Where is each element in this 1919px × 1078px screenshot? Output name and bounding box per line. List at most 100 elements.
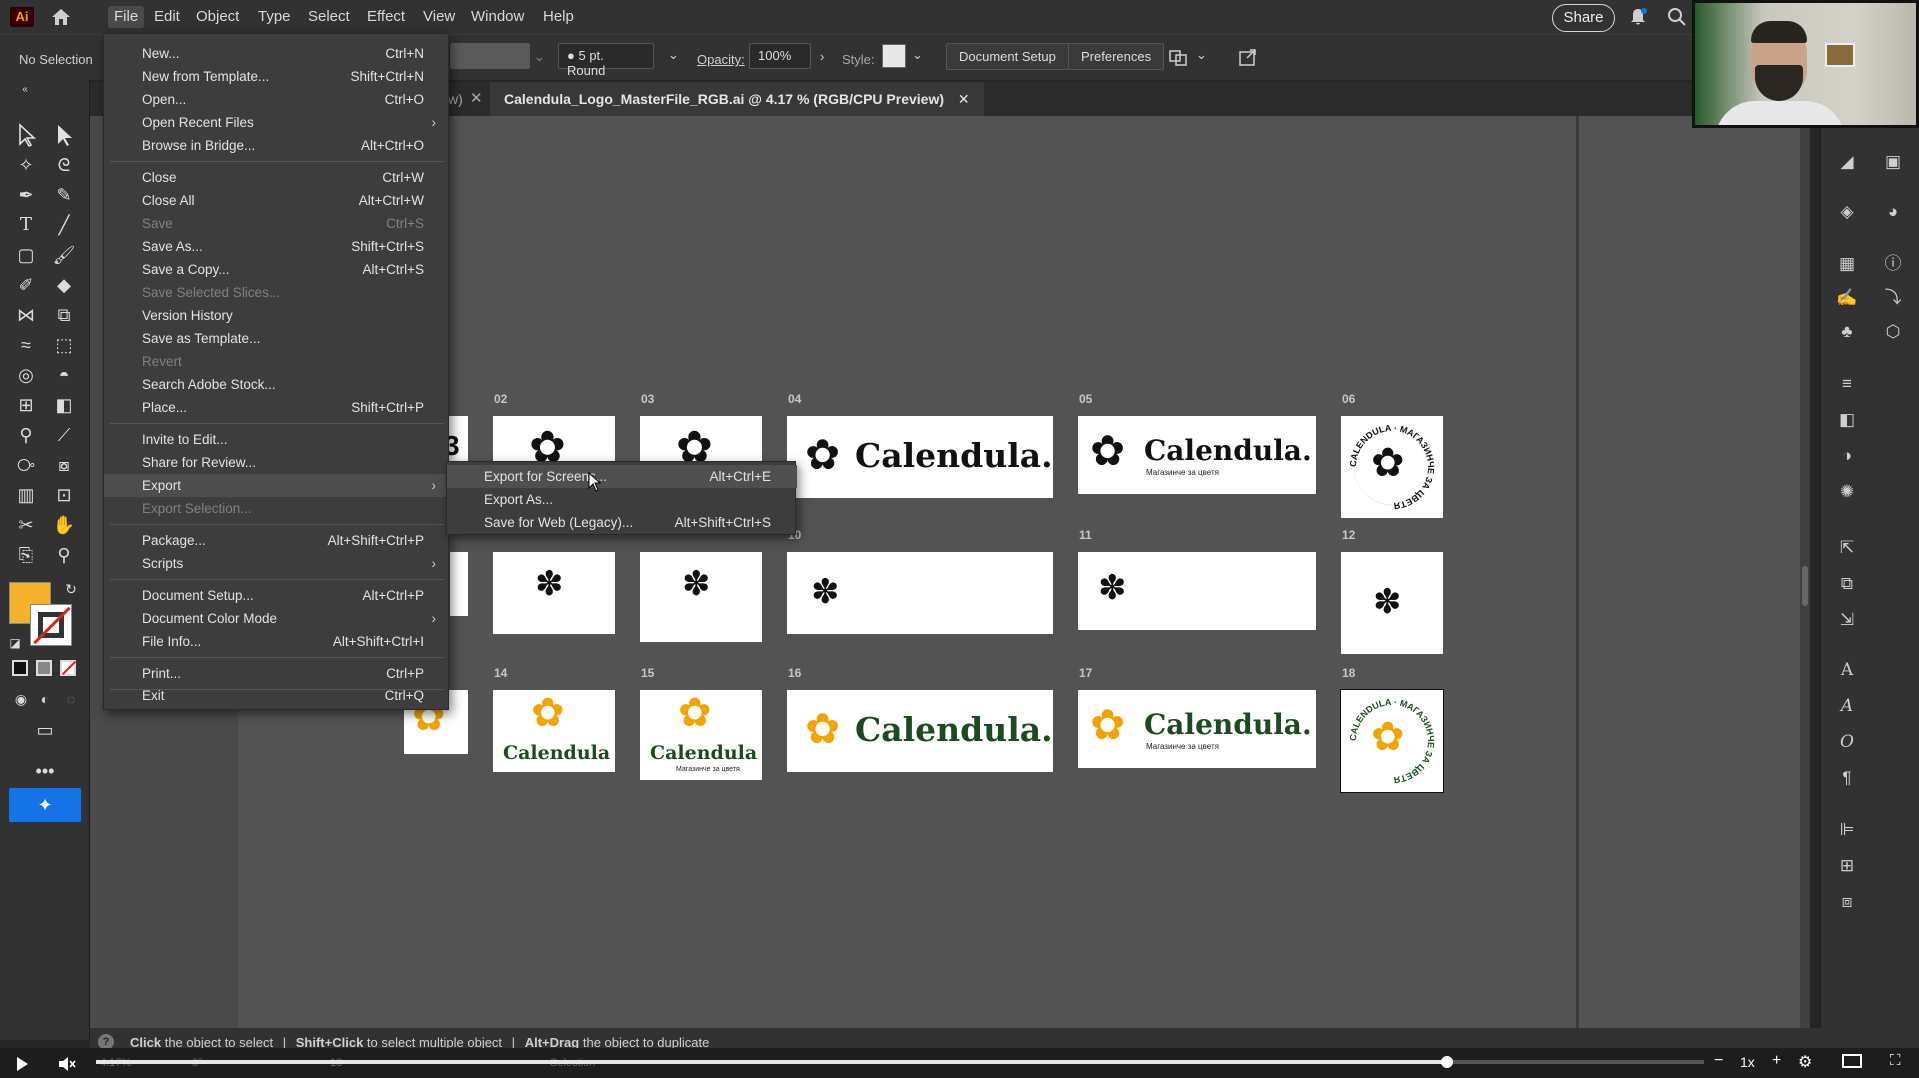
- menu-item-save-as[interactable]: Save As... Shift+Ctrl+S: [104, 235, 450, 258]
- live-paint-icon[interactable]: ◓: [51, 362, 77, 388]
- settings-icon[interactable]: ⚙: [1798, 1052, 1812, 1072]
- artboard-12[interactable]: ✽: [1341, 552, 1443, 654]
- artboard-15[interactable]: ✿ Calendula Магазинче за цветя: [640, 690, 762, 780]
- direct-selection-tool-icon[interactable]: [51, 122, 77, 148]
- menu-item-document-setup[interactable]: Document Setup... Alt+Ctrl+P: [104, 584, 450, 607]
- properties-icon[interactable]: ◢: [1835, 150, 1859, 174]
- blend-tool-icon[interactable]: ⧂: [13, 452, 39, 478]
- artboard-17[interactable]: ✿ Calendula. Магазинче за цветя: [1078, 690, 1316, 768]
- screen-mode-icon[interactable]: ▭: [32, 717, 58, 743]
- notifications-icon[interactable]: [1628, 7, 1648, 27]
- layers-icon[interactable]: ◈: [1835, 200, 1859, 224]
- opacity-label[interactable]: Opacity:: [697, 52, 745, 67]
- close-icon[interactable]: ✕: [958, 91, 970, 107]
- pin-icon[interactable]: ✦: [9, 788, 81, 822]
- info-icon[interactable]: ⓘ: [1881, 252, 1905, 276]
- menu-item-close-all[interactable]: Close All Alt+Ctrl+W: [104, 189, 450, 212]
- menu-edit[interactable]: Edit: [148, 6, 186, 28]
- artboard-16[interactable]: ✿ Calendula.: [787, 690, 1053, 772]
- menu-file[interactable]: File: [108, 6, 145, 28]
- video-progress-thumb[interactable]: [1440, 1056, 1453, 1068]
- minus-icon[interactable]: −: [1714, 1052, 1723, 1070]
- scale-tool-icon[interactable]: ⧉: [51, 302, 77, 328]
- menu-item-close[interactable]: Close Ctrl+W: [104, 166, 450, 189]
- transform-panel-icon[interactable]: ⊞: [1835, 854, 1859, 878]
- gradient-icon[interactable]: ◧: [1835, 408, 1859, 432]
- 3d-icon[interactable]: ⬡: [1881, 320, 1905, 344]
- brush-definition-select[interactable]: ● 5 pt. Round: [558, 43, 654, 78]
- more-tools-icon[interactable]: •••: [32, 758, 58, 784]
- theater-mode-icon[interactable]: [1842, 1054, 1862, 1068]
- artboard-04[interactable]: ✿ Calendula.: [787, 416, 1053, 498]
- rectangle-tool-icon[interactable]: ▢: [13, 242, 39, 268]
- artboard-06[interactable]: CALENDULA · МАГАЗИНЧЕ ЗА ЦВЕТЯ ✿: [1341, 416, 1443, 518]
- reflect-tool-icon[interactable]: ⋈: [13, 302, 39, 328]
- none-mode-icon[interactable]: [60, 660, 77, 676]
- chevron-right-icon[interactable]: ›: [820, 49, 824, 64]
- share-button[interactable]: Share: [1552, 4, 1615, 32]
- menu-item-share-for-review[interactable]: Share for Review...: [104, 451, 450, 474]
- chevron-down-icon[interactable]: ⌄: [668, 47, 679, 63]
- menu-item-open[interactable]: Open... Ctrl+O: [104, 88, 450, 111]
- menu-window[interactable]: Window: [465, 6, 530, 28]
- menu-item-new[interactable]: New... Ctrl+N: [104, 42, 450, 65]
- magic-wand-icon[interactable]: ✧: [13, 152, 39, 178]
- chevron-down-icon[interactable]: ⌄: [912, 47, 923, 63]
- hand-tool-icon[interactable]: ✋: [51, 512, 77, 538]
- artboards-icon[interactable]: ⧉: [1835, 572, 1859, 596]
- shape-builder-icon[interactable]: ◎: [13, 362, 39, 388]
- menu-item-scripts[interactable]: Scripts ›: [104, 552, 450, 575]
- gradient-mode-icon[interactable]: [36, 660, 52, 676]
- play-icon[interactable]: [14, 1056, 30, 1072]
- home-icon[interactable]: [50, 7, 72, 27]
- opentype-icon[interactable]: O: [1835, 730, 1859, 754]
- paragraph-icon[interactable]: ¶: [1835, 766, 1859, 790]
- pathfinder-icon[interactable]: ⧈: [1835, 890, 1859, 914]
- warp-tool-icon[interactable]: ≈: [13, 332, 39, 358]
- eraser-icon[interactable]: ◆: [51, 272, 77, 298]
- close-tab-icon[interactable]: ✕: [470, 89, 483, 107]
- vertical-scrollbar[interactable]: [1800, 116, 1810, 1028]
- menu-select[interactable]: Select: [302, 6, 356, 28]
- gradient-tool-icon[interactable]: ◧: [51, 392, 77, 418]
- type-tool-icon[interactable]: T: [13, 212, 39, 238]
- print-tiling-icon[interactable]: ⎘: [13, 542, 39, 568]
- stroke-weight-field[interactable]: [450, 43, 530, 69]
- slice-tool-icon[interactable]: ✂: [13, 512, 39, 538]
- artboard-11[interactable]: ✽: [1078, 552, 1316, 630]
- menu-item-search-adobe-stock[interactable]: Search Adobe Stock...: [104, 373, 450, 396]
- appearance-icon[interactable]: ✺: [1835, 480, 1859, 504]
- eyedropper-icon[interactable]: ⚲: [13, 422, 39, 448]
- fullscreen-icon[interactable]: ⛶: [1890, 1052, 1901, 1069]
- menu-type[interactable]: Type: [252, 6, 297, 28]
- menu-item-file-info[interactable]: File Info... Alt+Shift+Ctrl+I: [104, 630, 450, 653]
- artboard-08[interactable]: ✽: [493, 552, 615, 634]
- artboard-10[interactable]: ✽: [787, 552, 1053, 634]
- pen-tool-icon[interactable]: ✒: [13, 182, 39, 208]
- artboard-09[interactable]: ✽: [640, 552, 762, 642]
- search-icon[interactable]: [1667, 7, 1687, 27]
- measure-icon[interactable]: ⟋: [51, 422, 77, 448]
- draw-normal-icon[interactable]: ◉: [8, 686, 34, 712]
- draw-behind-icon[interactable]: ◐: [32, 686, 58, 712]
- selection-tool-icon[interactable]: [13, 122, 39, 148]
- color-mode-icon[interactable]: [12, 660, 28, 676]
- menu-item-print[interactable]: Print... Ctrl+P: [104, 662, 450, 685]
- mesh-tool-icon[interactable]: ⊞: [13, 392, 39, 418]
- active-document-tab[interactable]: Calendula_Logo_MasterFile_RGB.ai @ 4.17 …: [490, 82, 984, 116]
- menu-item-package[interactable]: Package... Alt+Shift+Ctrl+P: [104, 529, 450, 552]
- share-export-icon[interactable]: [1237, 47, 1259, 67]
- line-tool-icon[interactable]: ╱: [51, 212, 77, 238]
- artboard-14[interactable]: ✿ Calendula: [493, 690, 615, 772]
- menu-item-place[interactable]: Place... Shift+Ctrl+P: [104, 396, 450, 419]
- export-icon[interactable]: ⇱: [1835, 536, 1859, 560]
- opacity-field[interactable]: 100%: [749, 43, 811, 69]
- menu-help[interactable]: Help: [537, 6, 580, 28]
- chevron-down-icon[interactable]: ⌄: [534, 49, 545, 65]
- color-icon[interactable]: ◕: [1881, 200, 1905, 224]
- document-setup-button[interactable]: Document Setup: [946, 43, 1069, 70]
- menu-item-version-history[interactable]: Version History: [104, 304, 450, 327]
- align-icon[interactable]: ⊫: [1835, 818, 1859, 842]
- brushes-icon[interactable]: ✍: [1835, 286, 1859, 310]
- style-swatch[interactable]: [882, 44, 906, 68]
